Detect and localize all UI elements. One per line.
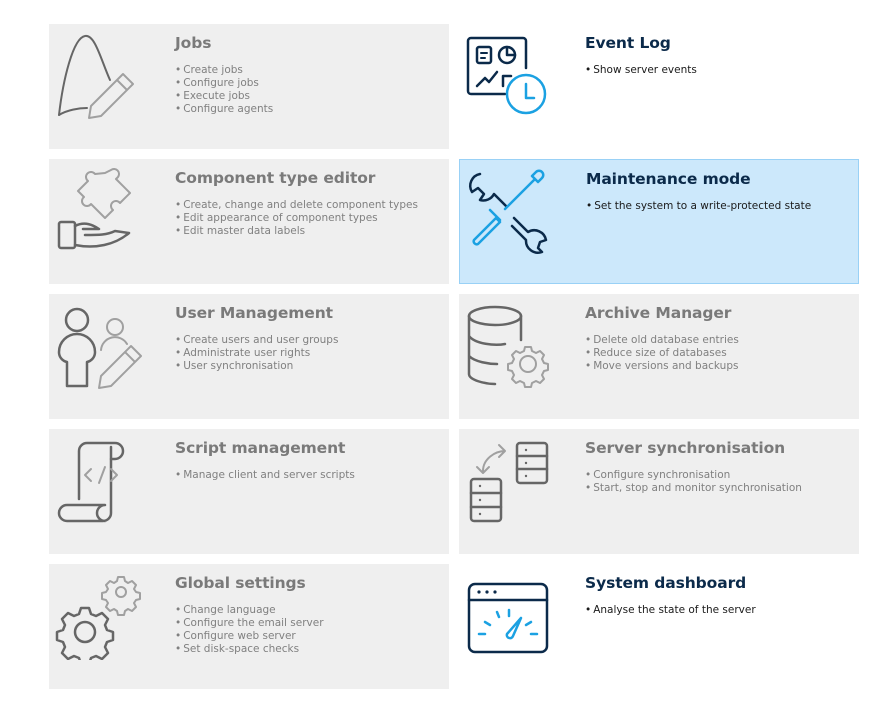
tile-server-synchronisation[interactable]: Server synchronisation Configure synchro…	[459, 429, 859, 554]
tile-title: Archive Manager	[585, 304, 732, 322]
tile-bullets: Create users and user groups Administrat…	[175, 334, 338, 373]
bullet-item: Configure agents	[175, 103, 273, 116]
bullet-item: Set disk-space checks	[175, 643, 324, 656]
wrench-screwdriver-icon	[466, 166, 556, 256]
tile-bullets: Create jobs Configure jobs Execute jobs …	[175, 64, 273, 116]
tile-component-type-editor[interactable]: Component type editor Create, change and…	[49, 159, 449, 284]
tile-bullets: Configure synchronisation Start, stop an…	[585, 469, 802, 495]
tile-title: User Management	[175, 304, 333, 322]
gears-icon	[55, 570, 145, 660]
tile-title: Global settings	[175, 574, 306, 592]
dashboard-gauge-icon	[465, 570, 555, 660]
server-sync-icon	[465, 435, 555, 525]
tile-title: System dashboard	[585, 574, 747, 592]
bullet-item: User synchronisation	[175, 360, 338, 373]
tile-bullets: Change language Configure the email serv…	[175, 604, 324, 656]
bullet-item: Create, change and delete component type…	[175, 199, 418, 212]
script-scroll-icon	[55, 435, 145, 525]
bullet-item: Edit appearance of component types	[175, 212, 418, 225]
bullet-item: Delete old database entries	[585, 334, 739, 347]
bullet-item: Move versions and backups	[585, 360, 739, 373]
bullet-item: Analyse the state of the server	[585, 604, 755, 617]
tile-title: Event Log	[585, 34, 671, 52]
tile-bullets: Show server events	[585, 64, 697, 77]
tile-bullets: Delete old database entries Reduce size …	[585, 334, 739, 373]
tile-event-log[interactable]: Event Log Show server events	[459, 24, 859, 149]
tile-title: Component type editor	[175, 169, 376, 187]
bullet-item: Create users and user groups	[175, 334, 338, 347]
bullet-item: Set the system to a write-protected stat…	[586, 200, 811, 213]
tile-title: Jobs	[175, 34, 212, 52]
bullet-item: Configure jobs	[175, 77, 273, 90]
database-gear-icon	[465, 300, 555, 390]
bullet-item: Configure synchronisation	[585, 469, 802, 482]
tile-global-settings[interactable]: Global settings Change language Configur…	[49, 564, 449, 689]
tile-title: Server synchronisation	[585, 439, 786, 457]
puzzle-hand-icon	[55, 165, 145, 255]
tile-archive-manager[interactable]: Archive Manager Delete old database entr…	[459, 294, 859, 419]
bullet-item: Start, stop and monitor synchronisation	[585, 482, 802, 495]
tile-bullets: Analyse the state of the server	[585, 604, 755, 617]
bullet-item: Configure the email server	[175, 617, 323, 630]
bullet-item: Create jobs	[175, 64, 273, 77]
bullet-item: Administrate user rights	[175, 347, 338, 360]
bullet-item: Edit master data labels	[175, 225, 418, 238]
bullet-item: Configure web server	[175, 630, 324, 643]
tile-title: Script management	[175, 439, 346, 457]
bullet-item: Change language	[175, 604, 324, 617]
tile-bullets: Create, change and delete component type…	[175, 199, 418, 238]
tile-bullets: Set the system to a write-protected stat…	[586, 200, 811, 213]
tile-jobs[interactable]: Jobs Create jobs Configure jobs Execute …	[49, 24, 449, 149]
tile-user-management[interactable]: User Management Create users and user gr…	[49, 294, 449, 419]
event-log-clock-icon	[465, 30, 555, 120]
bullet-item: Reduce size of databases	[585, 347, 739, 360]
tile-title: Maintenance mode	[586, 170, 751, 188]
tile-system-dashboard[interactable]: System dashboard Analyse the state of th…	[459, 564, 859, 689]
bullet-item: Manage client and server scripts	[175, 469, 355, 482]
users-pencil-icon	[55, 300, 145, 390]
jobs-pencil-icon	[55, 30, 145, 120]
tile-bullets: Manage client and server scripts	[175, 469, 355, 482]
tile-maintenance-mode[interactable]: Maintenance mode Set the system to a wri…	[459, 159, 859, 284]
tile-script-management[interactable]: Script management Manage client and serv…	[49, 429, 449, 554]
bullet-item: Show server events	[585, 64, 697, 77]
bullet-item: Execute jobs	[175, 90, 273, 103]
